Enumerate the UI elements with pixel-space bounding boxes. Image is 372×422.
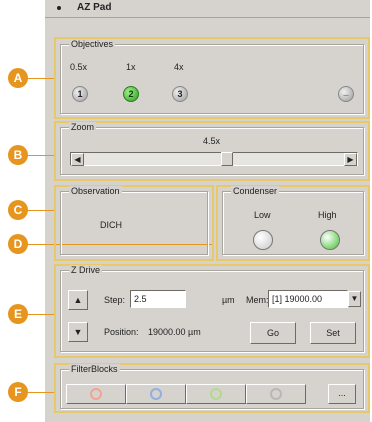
condenser-high-button[interactable] <box>320 230 340 250</box>
zoom-label: Zoom <box>69 122 97 133</box>
filter-2-ring-icon <box>150 388 162 400</box>
position-label: Position: <box>104 327 139 337</box>
objective-eject-button[interactable]: _ <box>338 86 354 102</box>
objective-button-1[interactable]: 1 <box>72 86 88 102</box>
callout-a: A <box>8 68 28 88</box>
window-menu-icon[interactable] <box>57 6 61 10</box>
filter-button-4[interactable] <box>246 384 306 404</box>
step-input[interactable]: 2.5 <box>130 290 186 308</box>
filter-1-ring-icon <box>90 388 102 400</box>
condenser-low-label: Low <box>254 210 271 220</box>
condenser-high-label: High <box>318 210 337 220</box>
callout-c: C <box>8 200 28 220</box>
filter-more-button[interactable]: ... <box>328 384 356 404</box>
callout-f-line <box>28 392 54 393</box>
callout-b-line <box>28 155 54 156</box>
callout-b: B <box>8 145 28 165</box>
zoom-slider-thumb[interactable] <box>221 152 234 166</box>
objectives-label: Objectives <box>69 39 116 50</box>
callout-d: D <box>8 234 28 254</box>
zoom-right-arrow[interactable]: ▶ <box>344 153 357 166</box>
magnification-1: 1x <box>126 62 136 72</box>
filter-4-ring-icon <box>270 388 282 400</box>
z-up-button[interactable]: ▲ <box>68 290 88 310</box>
window-title: AZ Pad <box>77 2 112 13</box>
magnification-0: 0.5x <box>70 62 88 72</box>
zoom-left-arrow[interactable]: ◀ <box>71 153 84 166</box>
filter-3-ring-icon <box>210 388 222 400</box>
mem-select[interactable]: [1] 19000.00 <box>268 290 348 308</box>
callout-a-line <box>28 78 54 79</box>
magnification-2: 4x <box>174 62 184 72</box>
condenser-group: Condenser <box>222 186 364 255</box>
condenser-label: Condenser <box>231 186 280 197</box>
step-unit: µm <box>222 295 235 305</box>
observation-value: DICH <box>100 220 122 230</box>
filter-button-1[interactable] <box>66 384 126 404</box>
zdrive-label: Z Drive <box>69 265 102 276</box>
set-button[interactable]: Set <box>310 322 356 344</box>
objectives-group: Objectives <box>60 39 364 114</box>
zoom-group: Zoom <box>60 122 364 175</box>
zoom-slider-track[interactable] <box>70 152 358 166</box>
mem-dropdown-icon[interactable]: ▼ <box>348 291 361 307</box>
filterblocks-label: FilterBlocks <box>69 364 120 375</box>
objective-button-3[interactable]: 3 <box>172 86 188 102</box>
filter-button-3[interactable] <box>186 384 246 404</box>
position-value: 19000.00 µm <box>148 327 201 337</box>
condenser-low-button[interactable] <box>253 230 273 250</box>
zoom-value: 4.5x <box>203 136 221 146</box>
mem-label: Mem: <box>246 295 269 305</box>
objective-button-2[interactable]: 2 <box>123 86 139 102</box>
z-down-button[interactable]: ▼ <box>68 322 88 342</box>
callout-c-line <box>28 210 54 211</box>
go-button[interactable]: Go <box>250 322 296 344</box>
step-label: Step: <box>104 295 126 305</box>
title-bar: AZ Pad <box>45 0 370 18</box>
callout-e: E <box>8 304 28 324</box>
observation-label: Observation <box>69 186 122 197</box>
observation-group: Observation <box>60 186 208 255</box>
callout-e-line <box>28 314 54 315</box>
filter-button-2[interactable] <box>126 384 186 404</box>
callout-f: F <box>8 382 28 402</box>
